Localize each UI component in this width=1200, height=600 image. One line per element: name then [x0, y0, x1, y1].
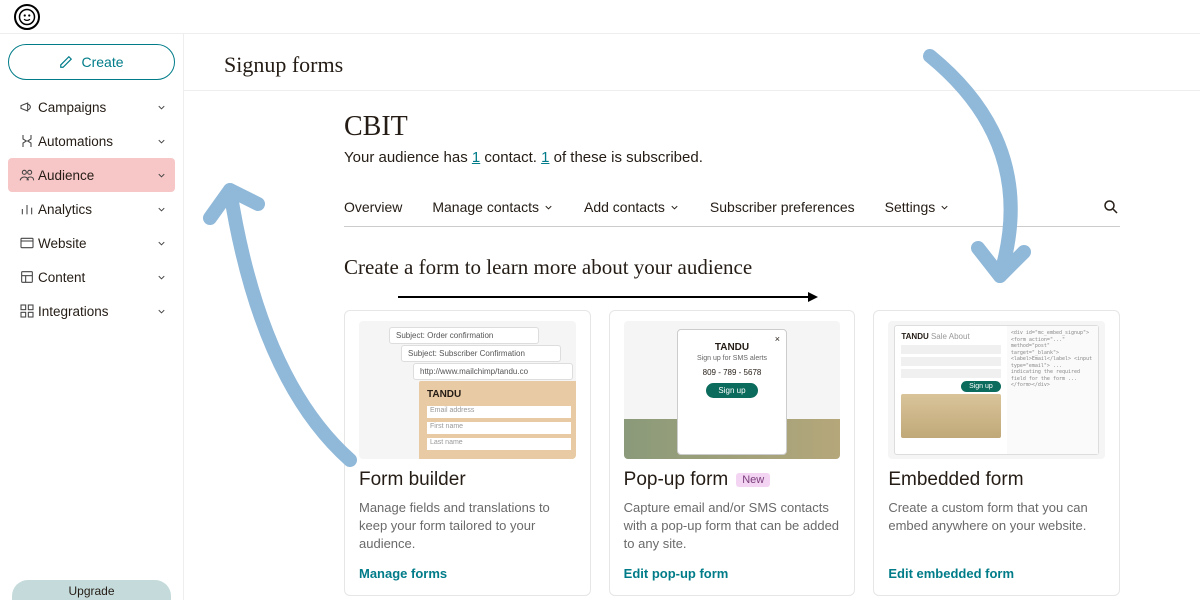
pencil-icon: [59, 55, 73, 69]
form-card-embedded-form[interactable]: TANDU Sale AboutSign up<div id="mc_embed…: [873, 310, 1120, 596]
form-card-pop-up-form[interactable]: ×TANDUSign up for SMS alerts809 - 789 - …: [609, 310, 856, 596]
chevron-down-icon: [156, 136, 167, 147]
chevron-down-icon: [543, 202, 554, 213]
card-title: Embedded form: [888, 469, 1023, 491]
sidebar-item-website[interactable]: Website: [8, 226, 175, 260]
audience-icon: [16, 167, 38, 183]
card-description: Create a custom form that you can embed …: [888, 499, 1105, 554]
chevron-down-icon: [939, 202, 950, 213]
sidebar-item-label: Audience: [38, 168, 156, 183]
annotation-arrow-horizontal: [398, 292, 818, 302]
tab-label: Manage contacts: [432, 199, 539, 215]
tab-subscriber-preferences[interactable]: Subscriber preferences: [710, 199, 855, 215]
sidebar-item-analytics[interactable]: Analytics: [8, 192, 175, 226]
form-card-form-builder[interactable]: Subject: Order confirmationSubject: Subs…: [344, 310, 591, 596]
sidebar-item-label: Campaigns: [38, 100, 156, 115]
create-label: Create: [81, 54, 123, 70]
integrations-icon: [16, 303, 38, 319]
tab-manage-contacts[interactable]: Manage contacts: [432, 199, 554, 215]
tab-overview[interactable]: Overview: [344, 199, 402, 215]
mailchimp-logo[interactable]: [14, 4, 40, 30]
card-thumb: Subject: Order confirmationSubject: Subs…: [359, 321, 576, 459]
tab-label: Overview: [344, 199, 402, 215]
new-badge: New: [736, 473, 770, 487]
chevron-down-icon: [669, 202, 680, 213]
stats-text: Your audience has: [344, 149, 472, 166]
card-action-link[interactable]: Manage forms: [359, 566, 576, 581]
chevron-down-icon: [156, 170, 167, 181]
analytics-icon: [16, 201, 38, 217]
content-icon: [16, 269, 38, 285]
card-thumb: TANDU Sale AboutSign up<div id="mc_embed…: [888, 321, 1105, 459]
chevron-down-icon: [156, 272, 167, 283]
sidebar-item-content[interactable]: Content: [8, 260, 175, 294]
stats-text: of these is subscribed.: [549, 149, 702, 166]
card-title: Pop-up form: [624, 469, 729, 491]
audience-tabs: Overview Manage contacts Add contacts Subsc…: [344, 198, 1120, 227]
chevron-down-icon: [156, 204, 167, 215]
audience-name: CBIT: [344, 111, 1200, 143]
sidebar-item-audience[interactable]: Audience: [8, 158, 175, 192]
sidebar-item-label: Integrations: [38, 304, 156, 319]
upgrade-button[interactable]: Upgrade: [12, 580, 171, 600]
sidebar-item-label: Website: [38, 236, 156, 251]
automation-icon: [16, 133, 38, 149]
tab-add-contacts[interactable]: Add contacts: [584, 199, 680, 215]
tab-label: Subscriber preferences: [710, 199, 855, 215]
card-action-link[interactable]: Edit embedded form: [888, 566, 1105, 581]
sidebar: Create Campaigns Automations Audience Analy…: [0, 34, 184, 600]
card-title: Form builder: [359, 469, 466, 491]
website-icon: [16, 235, 38, 251]
create-button[interactable]: Create: [8, 44, 175, 80]
chevron-down-icon: [156, 102, 167, 113]
card-action-link[interactable]: Edit pop-up form: [624, 566, 841, 581]
sidebar-item-automations[interactable]: Automations: [8, 124, 175, 158]
search-icon[interactable]: [1102, 198, 1120, 216]
card-thumb: ×TANDUSign up for SMS alerts809 - 789 - …: [624, 321, 841, 459]
chevron-down-icon: [156, 238, 167, 249]
sidebar-item-label: Automations: [38, 134, 156, 149]
card-description: Manage fields and translations to keep y…: [359, 499, 576, 554]
sidebar-item-label: Content: [38, 270, 156, 285]
page-title: Signup forms: [224, 52, 1160, 78]
chevron-down-icon: [156, 306, 167, 317]
contacts-link[interactable]: 1: [472, 149, 480, 166]
card-description: Capture email and/or SMS contacts with a…: [624, 499, 841, 554]
audience-stats: Your audience has 1 contact. 1 of these …: [344, 149, 1200, 166]
megaphone-icon: [16, 99, 38, 115]
sidebar-item-integrations[interactable]: Integrations: [8, 294, 175, 328]
tab-label: Settings: [885, 199, 936, 215]
section-heading: Create a form to learn more about your a…: [344, 255, 1200, 280]
stats-text: contact.: [480, 149, 541, 166]
tab-label: Add contacts: [584, 199, 665, 215]
sidebar-item-campaigns[interactable]: Campaigns: [8, 90, 175, 124]
sidebar-item-label: Analytics: [38, 202, 156, 217]
main-content: Signup forms CBIT Your audience has 1 co…: [184, 34, 1200, 600]
tab-settings[interactable]: Settings: [885, 199, 951, 215]
